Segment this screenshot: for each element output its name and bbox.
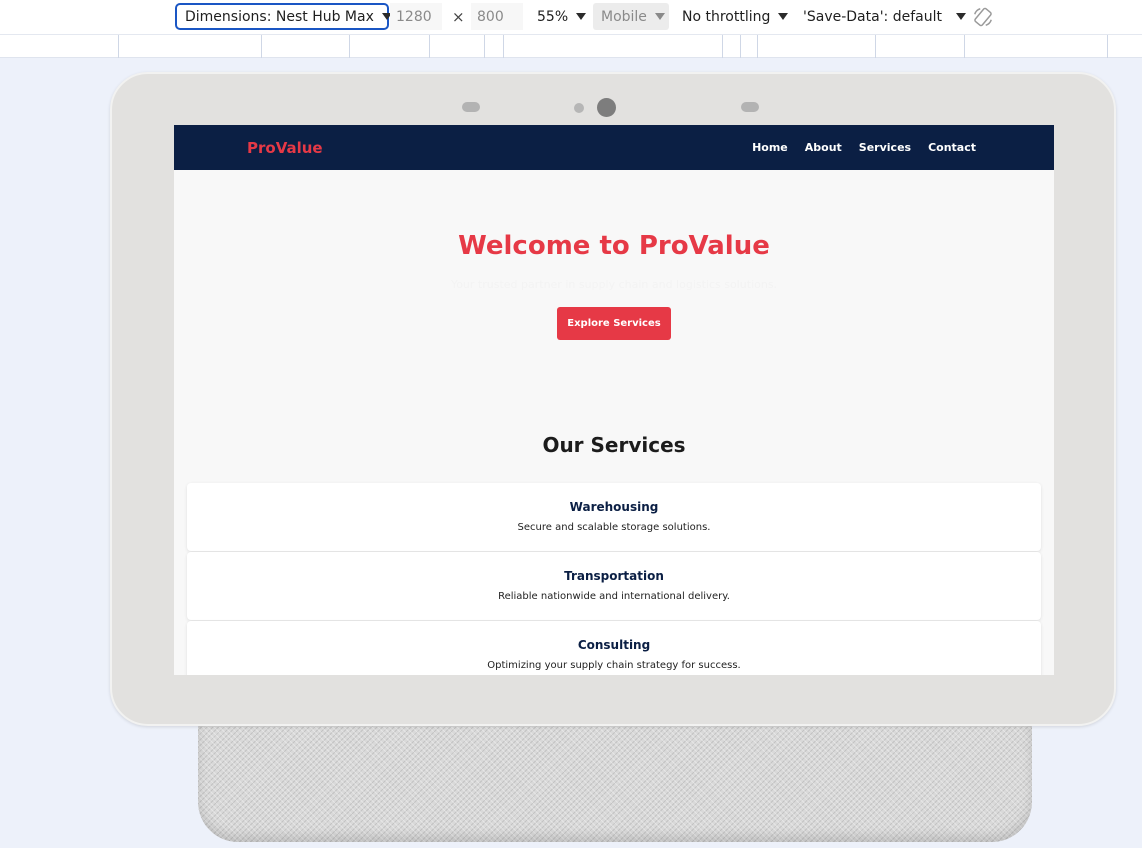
rotate-button[interactable] [970,3,996,30]
chevron-down-icon [654,13,665,20]
camera-icon [597,98,616,117]
device-type-select[interactable]: Mobile [593,3,669,30]
save-data-dropdown[interactable] [948,3,966,30]
nav-about[interactable]: About [805,141,842,154]
sensor-icon [462,102,480,112]
service-card-title: Warehousing [569,500,659,514]
explore-services-button[interactable]: Explore Services [557,307,671,340]
nav-contact[interactable]: Contact [928,141,976,154]
service-card-desc: Reliable nationwide and international de… [498,591,730,602]
dimensions-label: Dimensions: Nest Hub Max [185,8,374,25]
device-stand [198,720,1032,842]
save-data-select[interactable]: 'Save-Data': default [803,3,942,30]
width-input[interactable]: 1280 [390,3,442,30]
service-card-consulting: Consulting Optimizing your supply chain … [187,621,1041,675]
times-separator: × [452,7,465,26]
zoom-label: 55% [537,8,569,25]
nav-links: Home About Services Contact [735,141,976,154]
service-card-desc: Optimizing your supply chain strategy fo… [487,660,741,671]
service-card-transportation: Transportation Reliable nationwide and i… [187,552,1041,620]
site-navbar: ProValue Home About Services Contact [174,125,1054,170]
chevron-down-icon [778,13,789,20]
device-type-label: Mobile [601,8,647,25]
hero-subtitle: Your trusted partner in supply chain and… [450,278,778,291]
rotate-icon [974,7,992,26]
light-sensor-icon [574,103,584,113]
device-screen: ProValue Home About Services Contact Wel… [174,125,1054,675]
save-data-label: 'Save-Data': default [803,8,942,25]
sensor-icon [741,102,759,112]
height-input[interactable]: 800 [471,3,523,30]
nav-services[interactable]: Services [859,141,911,154]
nav-home[interactable]: Home [752,141,788,154]
throttling-label: No throttling [682,8,771,25]
device-toolbar: Dimensions: Nest Hub Max 1280 × 800 55% … [0,0,1142,34]
media-query-ruler[interactable] [0,34,1142,58]
dimensions-select[interactable]: Dimensions: Nest Hub Max [175,3,392,30]
service-card-desc: Secure and scalable storage solutions. [517,522,711,533]
services-title: Our Services [542,433,686,457]
zoom-select[interactable]: 55% [537,3,587,30]
service-card-title: Consulting [577,638,651,652]
chevron-down-icon [956,13,966,20]
chevron-down-icon [576,13,587,20]
site-logo[interactable]: ProValue [247,139,323,157]
service-card-title: Transportation [564,569,664,583]
hero-title: Welcome to ProValue [458,231,770,261]
service-card-warehousing: Warehousing Secure and scalable storage … [187,483,1041,551]
throttling-select[interactable]: No throttling [682,3,789,30]
